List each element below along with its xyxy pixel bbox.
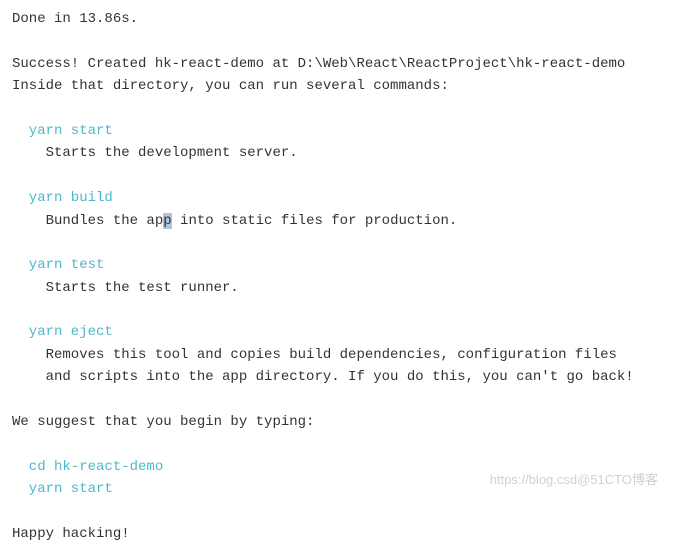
blank-line: [12, 299, 661, 321]
command-yarn-build: yarn build: [12, 187, 661, 209]
description-build: Bundles the app into static files for pr…: [12, 210, 661, 232]
description-eject-b: and scripts into the app directory. If y…: [12, 366, 661, 388]
blank-line: [12, 433, 661, 455]
blank-line: [12, 232, 661, 254]
output-line-done: Done in 13.86s.: [12, 8, 661, 30]
command-cd: cd hk-react-demo: [12, 456, 661, 478]
description-eject-a: Removes this tool and copies build depen…: [12, 344, 661, 366]
command-yarn-eject: yarn eject: [12, 321, 661, 343]
blank-line: [12, 165, 661, 187]
command-yarn-start: yarn start: [12, 120, 661, 142]
output-line-success: Success! Created hk-react-demo at D:\Web…: [12, 53, 661, 75]
output-line-inside: Inside that directory, you can run sever…: [12, 75, 661, 97]
blank-line: [12, 30, 661, 52]
blank-line: [12, 389, 661, 411]
blank-line: [12, 98, 661, 120]
desc-text: Bundles the ap: [12, 213, 163, 229]
desc-text: into static files for production.: [172, 213, 458, 229]
highlighted-char: p: [163, 213, 171, 229]
command-yarn-start-final: yarn start: [12, 478, 661, 500]
output-line-happy: Happy hacking!: [12, 523, 661, 545]
output-line-suggest: We suggest that you begin by typing:: [12, 411, 661, 433]
description-test: Starts the test runner.: [12, 277, 661, 299]
command-yarn-test: yarn test: [12, 254, 661, 276]
blank-line: [12, 501, 661, 523]
description-start: Starts the development server.: [12, 142, 661, 164]
